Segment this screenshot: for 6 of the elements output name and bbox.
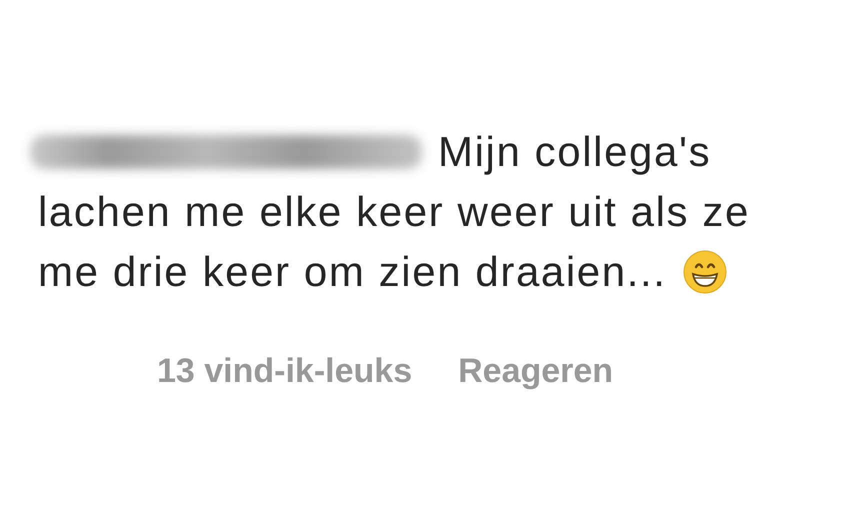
action-link[interactable]: 13 vind-ik-leuks xyxy=(157,352,412,391)
comment-text: Mijn collega's xyxy=(438,128,712,176)
comment-text: me drie keer om zien draaien... xyxy=(38,248,667,296)
comment-text: lachen me elke keer weer uit als ze xyxy=(38,188,750,236)
smiley-icon xyxy=(682,250,727,294)
action-link[interactable]: Reageren xyxy=(458,352,614,391)
